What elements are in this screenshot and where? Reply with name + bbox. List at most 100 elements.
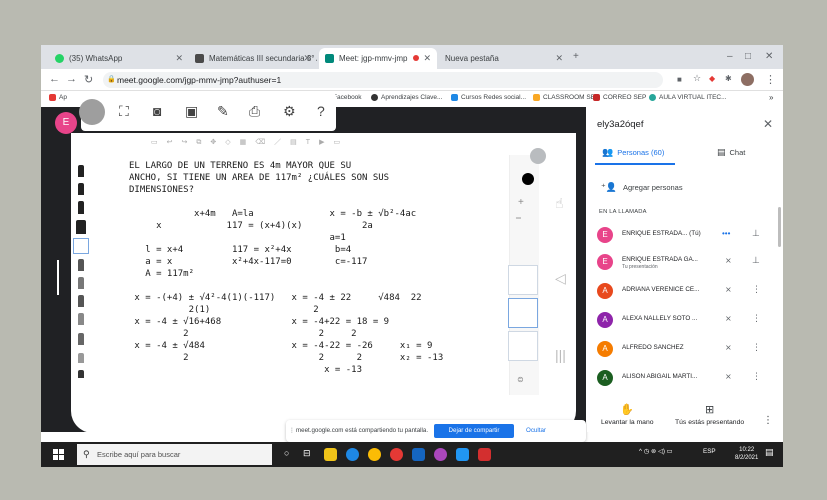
more-options-icon[interactable]: ⋮: [763, 415, 773, 426]
pen-icon[interactable]: [78, 370, 84, 378]
previous-page-icon[interactable]: ◁: [555, 270, 566, 287]
mic-off-icon[interactable]: ⨯: [725, 314, 732, 323]
profile-avatar[interactable]: [741, 73, 754, 86]
pen-icon[interactable]: [78, 295, 84, 307]
url-input[interactable]: 🔒 meet.google.com/jgp-mmv-jmp?authuser=1: [103, 72, 663, 88]
tab-matematicas[interactable]: Matemáticas III secundaria 3° A ✕: [189, 48, 317, 69]
participant-row[interactable]: E ENRIQUE ESTRADA... (Tú) ••• ⊥: [597, 225, 777, 247]
stop-sharing-button[interactable]: Dejar de compartir: [434, 424, 514, 438]
more-options-icon[interactable]: ⋮: [752, 284, 761, 295]
participant-row[interactable]: A ALFREDO SANCHEZ ⨯ ⋮: [597, 339, 777, 361]
move-icon[interactable]: ✥: [210, 139, 225, 146]
pen-icon[interactable]: [78, 277, 84, 289]
app-icon[interactable]: [456, 448, 469, 461]
black-color-swatch[interactable]: [522, 173, 534, 185]
participant-row[interactable]: A ALISON ABIGAIL MARTI... ⨯ ⋮: [597, 368, 777, 390]
taskbar-search-input[interactable]: ⚲ Escribe aquí para buscar: [77, 444, 272, 465]
cortana-icon[interactable]: ○: [284, 448, 297, 461]
window-close-icon[interactable]: ✕: [765, 51, 773, 62]
close-icon[interactable]: ✕: [175, 53, 183, 64]
language-indicator[interactable]: ESP: [703, 448, 716, 455]
help-icon[interactable]: ?: [317, 103, 325, 119]
back-icon[interactable]: ←: [49, 73, 60, 85]
bookmark-apps[interactable]: Ap: [49, 94, 67, 101]
selected-pen-icon[interactable]: [73, 238, 89, 254]
bookmark-aprendizajes[interactable]: Aprendizajes Clave...: [371, 94, 442, 101]
tab-meet[interactable]: Meet: jgp-mmv-jmp ✕: [319, 48, 437, 69]
bookmark-cursos[interactable]: Cursos Redes social...: [451, 94, 526, 101]
line-icon[interactable]: ／: [274, 139, 290, 146]
more-bookmarks-icon[interactable]: »: [769, 93, 773, 102]
add-people-button[interactable]: ⁺👤 Agregar personas: [601, 182, 683, 193]
color-picker-button[interactable]: [530, 148, 546, 164]
pen-icon[interactable]: [78, 259, 84, 271]
redo-icon[interactable]: ↪: [182, 139, 197, 146]
drag-handle-icon[interactable]: ⋮: [289, 427, 295, 434]
add-page-icon[interactable]: +: [518, 197, 524, 208]
pen-icon[interactable]: [78, 201, 84, 214]
app-icon[interactable]: [434, 448, 447, 461]
text-icon[interactable]: T: [306, 139, 319, 146]
chrome-icon[interactable]: [368, 448, 381, 461]
minimize-icon[interactable]: –: [727, 51, 733, 62]
pen-icon[interactable]: [78, 313, 84, 325]
page-thumbnail-selected[interactable]: [508, 298, 538, 328]
more-options-icon[interactable]: ⋮: [752, 313, 761, 324]
participant-row[interactable]: A ADRIANA VERENICE CE... ⨯ ⋮: [597, 281, 777, 303]
notification-icon[interactable]: ▤: [765, 447, 774, 458]
tab-whatsapp[interactable]: (35) WhatsApp ✕: [49, 48, 189, 69]
image-icon[interactable]: ▤: [290, 139, 306, 146]
participant-row[interactable]: E ENRIQUE ESTRADA GA... Tu presentación …: [597, 252, 777, 274]
extension-icon[interactable]: ◆: [709, 74, 715, 83]
fullscreen-icon[interactable]: ⛶: [119, 103, 129, 120]
clock[interactable]: 10:22 8/2/2021: [735, 446, 758, 462]
marker-icon[interactable]: [76, 220, 86, 234]
menu-icon[interactable]: ⋮: [765, 73, 776, 86]
page-thumbnail[interactable]: [508, 331, 538, 361]
grid-icon[interactable]: ▦: [240, 139, 256, 146]
maximize-icon[interactable]: □: [745, 51, 751, 62]
pen-icon[interactable]: [78, 165, 84, 177]
screen-icon[interactable]: ▭: [333, 139, 349, 146]
mic-off-icon[interactable]: ⨯: [725, 256, 732, 265]
page-list-icon[interactable]: |||: [555, 347, 566, 363]
mic-off-icon[interactable]: ⨯: [725, 285, 732, 294]
save-icon[interactable]: ▣: [185, 103, 198, 120]
print-icon[interactable]: ⎙: [249, 103, 260, 120]
tab-people[interactable]: 👥 Personas (60): [602, 147, 664, 158]
pdf-icon[interactable]: [478, 448, 491, 461]
more-options-icon[interactable]: ⋮: [752, 371, 761, 382]
camera-indicator-icon[interactable]: ■: [677, 75, 682, 84]
shape-icon[interactable]: ◇: [225, 139, 239, 146]
raise-hand-button[interactable]: ✋ Levantar la mano: [601, 403, 654, 426]
pen-icon[interactable]: ✎: [217, 103, 229, 120]
app-icon[interactable]: [412, 448, 425, 461]
close-icon[interactable]: ✕: [303, 53, 311, 64]
forward-icon[interactable]: →: [66, 73, 77, 85]
close-icon[interactable]: ✕: [423, 53, 431, 64]
tab-new[interactable]: Nueva pestaña ✕: [439, 48, 569, 69]
tab-chat[interactable]: ▤ Chat: [717, 147, 745, 158]
video-icon[interactable]: ▶: [319, 139, 333, 146]
more-dots-icon[interactable]: •••: [722, 229, 730, 238]
bookmark-aula[interactable]: AULA VIRTUAL ITEC...: [649, 94, 727, 101]
undo-icon[interactable]: ↩: [167, 139, 182, 146]
bookmark-classroom[interactable]: CLASSROOM SEP: [533, 94, 599, 101]
presenting-button[interactable]: ⊞ Tús estás presentando: [675, 403, 744, 426]
star-icon[interactable]: ☆: [693, 73, 701, 84]
select-icon[interactable]: ▭: [151, 139, 167, 146]
page-settings-icon[interactable]: ⊜: [517, 375, 524, 384]
scrollbar[interactable]: [778, 207, 781, 247]
reload-icon[interactable]: ↻: [84, 73, 93, 86]
windows-start-icon[interactable]: [53, 449, 64, 460]
hide-button[interactable]: Ocultar: [521, 424, 551, 438]
mic-off-icon[interactable]: ⨯: [725, 372, 732, 381]
pin-icon[interactable]: ⊥: [752, 228, 760, 239]
pin-icon[interactable]: ⊥: [752, 255, 760, 266]
bookmark-correo[interactable]: CORREO SEP: [593, 94, 646, 101]
pen-icon[interactable]: [78, 333, 84, 345]
pen-icon[interactable]: [78, 183, 84, 195]
pen-icon[interactable]: [78, 353, 84, 363]
close-icon[interactable]: ✕: [555, 53, 563, 64]
camera-icon[interactable]: ◙: [153, 103, 161, 119]
